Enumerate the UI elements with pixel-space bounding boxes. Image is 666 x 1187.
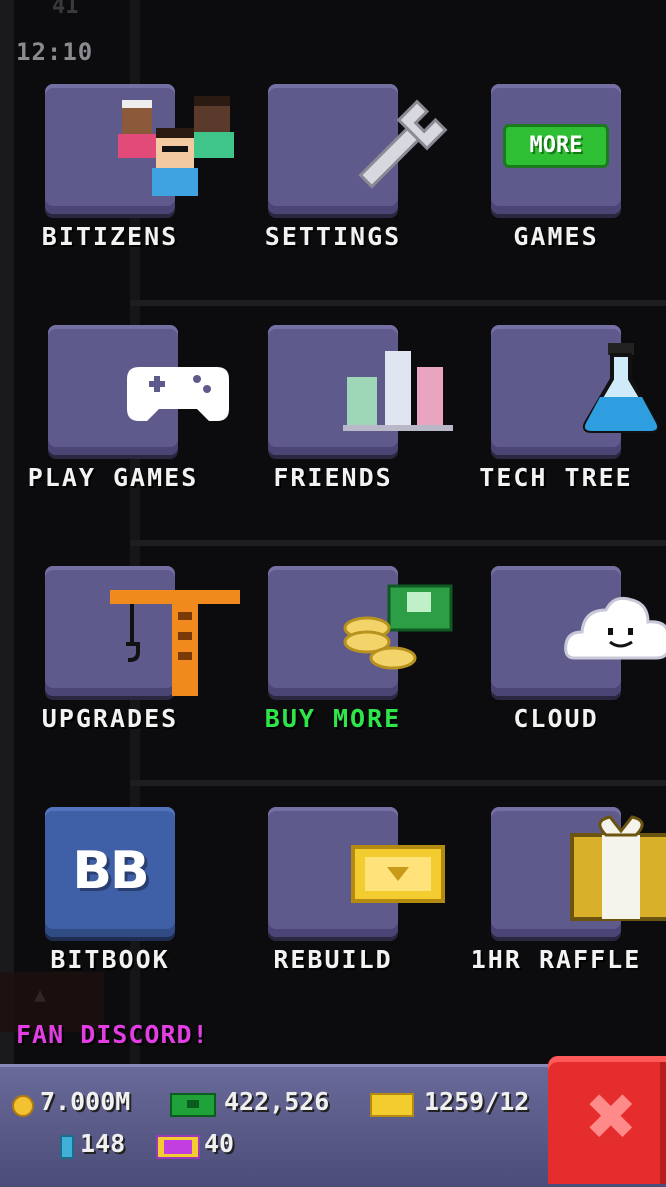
bitizens-tile bbox=[45, 84, 234, 214]
upgrades-button[interactable]: UPGRADES bbox=[0, 566, 240, 733]
settings-button[interactable]: SETTINGS bbox=[223, 84, 448, 251]
bitbook-logo: BB bbox=[72, 841, 149, 901]
cloud-tile bbox=[491, 566, 666, 696]
settings-label: SETTINGS bbox=[264, 222, 402, 251]
games-label: GAMES bbox=[513, 222, 599, 251]
bitbook-tile: BB bbox=[45, 807, 175, 937]
background-floor bbox=[130, 780, 666, 786]
games-tile: MORE bbox=[491, 84, 621, 214]
tickets-value: 1259/12 bbox=[424, 1087, 530, 1116]
gift-icon bbox=[570, 815, 666, 921]
coins-value: 7.000M bbox=[40, 1087, 131, 1116]
raffle-label: 1HR RAFFLE bbox=[470, 945, 642, 974]
bitizens-button[interactable]: BITIZENS bbox=[0, 84, 234, 251]
vip-value: 40 bbox=[204, 1129, 235, 1158]
gem-icon bbox=[60, 1135, 74, 1159]
friends-tile bbox=[268, 325, 453, 455]
gems-value: 148 bbox=[80, 1129, 126, 1158]
buy-more-button[interactable]: BUY MORE bbox=[223, 566, 453, 733]
cloud-icon bbox=[564, 596, 666, 660]
more-badge: MORE bbox=[503, 124, 609, 168]
rebuild-label: REBUILD bbox=[273, 945, 393, 974]
clock: 12:10 bbox=[16, 38, 94, 66]
chevron-up-icon: ▲ bbox=[34, 982, 47, 1006]
money-icon bbox=[343, 584, 453, 670]
bitizens-label: BITIZENS bbox=[41, 222, 179, 251]
buy-more-tile bbox=[268, 566, 453, 696]
bitbook-button[interactable]: BB BITBOOK bbox=[0, 807, 220, 974]
flask-icon bbox=[582, 343, 660, 433]
rebuild-tile bbox=[268, 807, 445, 937]
friends-label: FRIENDS bbox=[273, 463, 393, 492]
bux-icon bbox=[170, 1093, 216, 1117]
floor-number: 41 bbox=[52, 0, 79, 19]
play-games-button[interactable]: PLAY GAMES bbox=[3, 325, 229, 492]
coin-icon bbox=[12, 1095, 34, 1117]
rebuild-button[interactable]: REBUILD bbox=[223, 807, 445, 974]
close-button[interactable]: ✖ bbox=[548, 1056, 666, 1184]
tech-tree-tile bbox=[491, 325, 660, 455]
play-games-label: PLAY GAMES bbox=[27, 463, 199, 492]
friends-button[interactable]: FRIENDS bbox=[223, 325, 453, 492]
vip-icon bbox=[156, 1135, 200, 1159]
cloud-label: CLOUD bbox=[513, 704, 599, 733]
wrench-icon bbox=[358, 99, 448, 189]
bux-value: 422,526 bbox=[224, 1087, 330, 1116]
background-floor bbox=[130, 540, 666, 546]
golden-ticket-icon bbox=[351, 845, 445, 903]
raffle-tile bbox=[491, 807, 666, 937]
cloud-button[interactable]: CLOUD bbox=[446, 566, 666, 733]
background-floor bbox=[130, 300, 666, 306]
fan-discord-link[interactable]: FAN DISCORD! bbox=[16, 1020, 209, 1049]
tech-tree-button[interactable]: TECH TREE bbox=[446, 325, 666, 492]
city-icon bbox=[343, 351, 453, 431]
tech-tree-label: TECH TREE bbox=[479, 463, 633, 492]
close-icon: ✖ bbox=[584, 1081, 638, 1155]
bitizens-icon bbox=[118, 96, 234, 196]
upgrades-label: UPGRADES bbox=[41, 704, 179, 733]
buy-more-label: BUY MORE bbox=[264, 704, 402, 733]
settings-tile bbox=[268, 84, 448, 214]
more-games-button[interactable]: MORE GAMES bbox=[446, 84, 666, 251]
crane-icon bbox=[110, 590, 240, 696]
play-games-tile bbox=[48, 325, 229, 455]
golden-ticket-icon bbox=[370, 1093, 414, 1117]
bitbook-label: BITBOOK bbox=[50, 945, 170, 974]
raffle-button[interactable]: 1HR RAFFLE bbox=[446, 807, 666, 974]
upgrades-tile bbox=[45, 566, 240, 696]
